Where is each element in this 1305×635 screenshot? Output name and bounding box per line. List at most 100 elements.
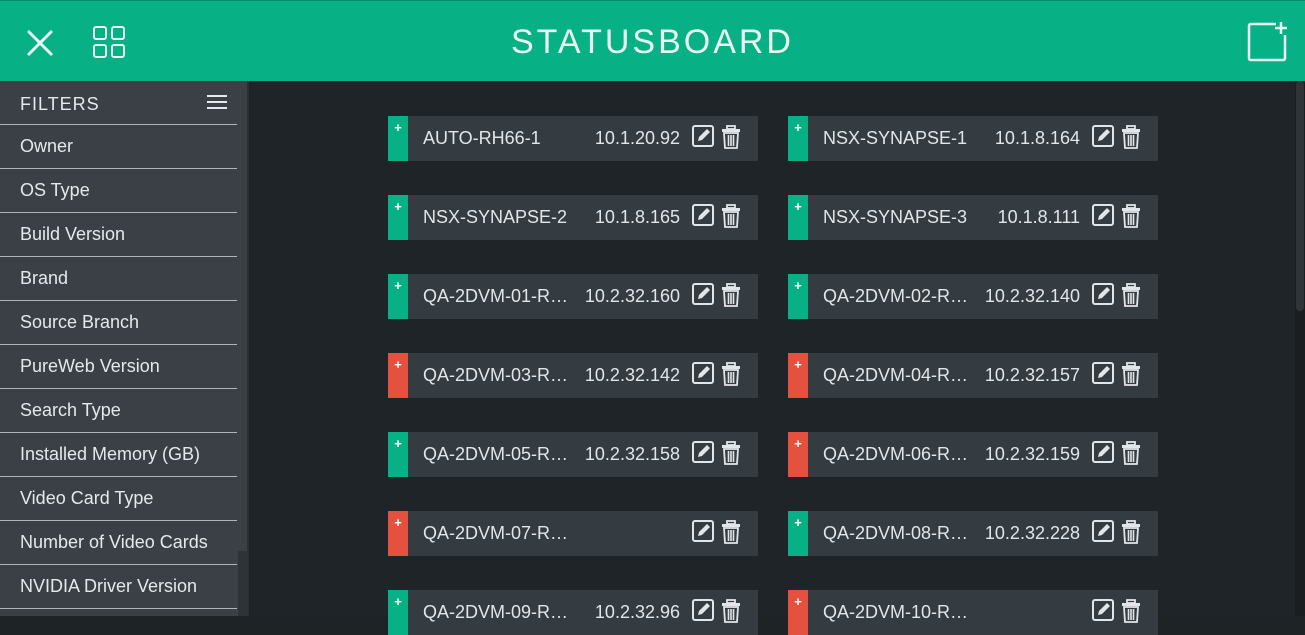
server-name: NSX-SYNAPSE-1	[823, 128, 968, 148]
trash-icon[interactable]	[1121, 362, 1141, 386]
server-card[interactable]: + QA-2DVM-06-RH… 10.2.32.159	[788, 432, 1158, 477]
trash-icon[interactable]	[1121, 599, 1141, 623]
status-badge[interactable]: +	[788, 590, 808, 635]
server-card[interactable]: + QA-2DVM-10-RHEL6	[788, 590, 1158, 635]
edit-icon[interactable]	[1092, 125, 1114, 147]
status-badge[interactable]: +	[788, 274, 808, 319]
server-ip: 10.2.32.228	[984, 523, 1080, 543]
status-badge[interactable]: +	[388, 195, 408, 240]
trash-icon[interactable]	[1121, 125, 1141, 149]
server-name: QA-2DVM-07-RHEL6	[423, 523, 577, 543]
filters-sidebar: FILTERS Owner OS Type Build Version Brand So…	[0, 81, 249, 616]
filter-item[interactable]: Owner	[0, 125, 237, 169]
edit-icon[interactable]	[1092, 362, 1114, 384]
server-ip: 10.2.32.96	[594, 602, 680, 622]
edit-icon[interactable]	[1092, 599, 1114, 621]
server-ip: 10.2.32.160	[584, 286, 680, 306]
filter-item[interactable]: Number of Video Cards	[0, 521, 237, 565]
main-scrollbar-thumb[interactable]	[1296, 81, 1304, 311]
filter-item[interactable]: Build Version	[0, 213, 237, 257]
hamburger-menu-icon[interactable]	[207, 94, 227, 110]
server-name: QA-2DVM-05-RH…	[423, 444, 577, 464]
edit-icon[interactable]	[1092, 520, 1114, 542]
server-ip: 10.1.20.92	[594, 128, 680, 148]
page-title: STATUSBOARD	[511, 23, 794, 61]
filter-item[interactable]: PureWeb Version	[0, 345, 237, 389]
edit-icon[interactable]	[692, 283, 714, 305]
status-badge[interactable]: +	[788, 116, 808, 161]
server-name: AUTO-RH66-1	[423, 128, 541, 148]
status-badge[interactable]: +	[388, 353, 408, 398]
main-scrollbar[interactable]	[1295, 81, 1305, 616]
server-name: QA-2DVM-02-RH…	[823, 286, 977, 306]
server-card[interactable]: + QA-2DVM-07-RHEL6	[388, 511, 758, 556]
edit-icon[interactable]	[692, 520, 714, 542]
server-card[interactable]: + QA-2DVM-03-RH… 10.2.32.142	[388, 353, 758, 398]
edit-icon[interactable]	[692, 441, 714, 463]
server-card[interactable]: + QA-2DVM-01-RH… 10.2.32.160	[388, 274, 758, 319]
server-card[interactable]: + AUTO-RH66-1 10.1.20.92	[388, 116, 758, 161]
edit-icon[interactable]	[1092, 283, 1114, 305]
server-ip: 10.2.32.159	[984, 444, 1080, 464]
trash-icon[interactable]	[721, 362, 741, 386]
server-card[interactable]: + QA-2DVM-02-RH… 10.2.32.140	[788, 274, 1158, 319]
status-badge[interactable]: +	[788, 511, 808, 556]
server-ip: 10.2.32.140	[984, 286, 1080, 306]
server-ip: 10.1.8.164	[994, 128, 1080, 148]
trash-icon[interactable]	[721, 125, 741, 149]
status-badge[interactable]: +	[388, 274, 408, 319]
server-name: QA-2DVM-08-RH…	[823, 523, 977, 543]
status-badge[interactable]: +	[388, 432, 408, 477]
trash-icon[interactable]	[721, 204, 741, 228]
filter-item[interactable]: OS Type	[0, 169, 237, 213]
trash-icon[interactable]	[1121, 520, 1141, 544]
filter-item[interactable]: Video Card Type	[0, 477, 237, 521]
server-card[interactable]: + QA-2DVM-05-RH… 10.2.32.158	[388, 432, 758, 477]
server-name: NSX-SYNAPSE-2	[423, 207, 568, 227]
status-badge[interactable]: +	[388, 590, 408, 635]
top-bar: STATUSBOARD	[0, 0, 1305, 81]
status-badge[interactable]: +	[788, 432, 808, 477]
server-ip: 10.1.8.165	[594, 207, 680, 227]
filter-item[interactable]: Search Type	[0, 389, 237, 433]
server-ip: 10.2.32.158	[584, 444, 680, 464]
edit-icon[interactable]	[1092, 204, 1114, 226]
trash-icon[interactable]	[1121, 441, 1141, 465]
trash-icon[interactable]	[721, 441, 741, 465]
server-card[interactable]: + NSX-SYNAPSE-3 10.1.8.111	[788, 195, 1158, 240]
server-card[interactable]: + QA-2DVM-09-RHE… 10.2.32.96	[388, 590, 758, 635]
edit-icon[interactable]	[692, 204, 714, 226]
server-name: QA-2DVM-06-RH…	[823, 444, 977, 464]
server-card[interactable]: + NSX-SYNAPSE-1 10.1.8.164	[788, 116, 1158, 161]
edit-icon[interactable]	[692, 125, 714, 147]
trash-icon[interactable]	[721, 283, 741, 307]
server-name: QA-2DVM-01-RH…	[423, 286, 577, 306]
add-window-icon[interactable]	[1246, 21, 1290, 63]
trash-icon[interactable]	[1121, 204, 1141, 228]
server-name: NSX-SYNAPSE-3	[823, 207, 968, 227]
server-card[interactable]: + QA-2DVM-08-RH… 10.2.32.228	[788, 511, 1158, 556]
status-badge[interactable]: +	[788, 195, 808, 240]
filter-item[interactable]: Installed Memory (GB)	[0, 433, 237, 477]
edit-icon[interactable]	[692, 362, 714, 384]
server-ip: 10.2.32.142	[584, 365, 680, 385]
status-badge[interactable]: +	[388, 116, 408, 161]
filter-item[interactable]: Brand	[0, 257, 237, 301]
server-ip: 10.1.8.111	[997, 207, 1080, 227]
server-card[interactable]: + NSX-SYNAPSE-2 10.1.8.165	[388, 195, 758, 240]
edit-icon[interactable]	[1092, 441, 1114, 463]
filter-list: Owner OS Type Build Version Brand Source Bra…	[0, 125, 247, 609]
server-card[interactable]: + QA-2DVM-04-RH… 10.2.32.157	[788, 353, 1158, 398]
server-name: QA-2DVM-09-RHE…	[423, 602, 577, 622]
status-badge[interactable]: +	[788, 353, 808, 398]
trash-icon[interactable]	[721, 599, 741, 623]
status-badge[interactable]: +	[388, 511, 408, 556]
filters-header: FILTERS	[0, 81, 237, 125]
sidebar-scrollbar[interactable]	[238, 551, 248, 616]
trash-icon[interactable]	[1121, 283, 1141, 307]
trash-icon[interactable]	[721, 520, 741, 544]
edit-icon[interactable]	[692, 599, 714, 621]
filter-item[interactable]: NVIDIA Driver Version	[0, 565, 237, 609]
filters-title: FILTERS	[20, 94, 100, 114]
filter-item[interactable]: Source Branch	[0, 301, 237, 345]
